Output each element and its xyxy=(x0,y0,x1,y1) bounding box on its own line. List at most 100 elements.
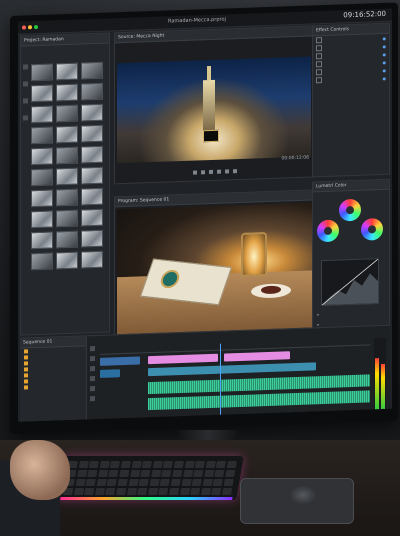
media-thumbnail[interactable] xyxy=(31,168,53,187)
media-thumbnail[interactable] xyxy=(81,124,103,143)
video-clip[interactable] xyxy=(100,356,140,366)
media-thumbnail[interactable] xyxy=(56,125,78,144)
media-thumbnail[interactable] xyxy=(31,126,53,145)
close-icon[interactable] xyxy=(22,25,26,30)
media-thumbnail[interactable] xyxy=(56,230,78,249)
project-panel: Project: Ramadan xyxy=(20,32,110,336)
media-thumbnail[interactable] xyxy=(31,189,53,208)
keyframe-toggle-icon[interactable] xyxy=(316,53,322,60)
hand-icon[interactable] xyxy=(90,396,95,402)
lantern-quran-frame xyxy=(117,202,313,336)
keyframe-toggle-icon[interactable] xyxy=(316,69,322,76)
media-thumbnail[interactable] xyxy=(81,82,103,101)
media-thumbnail[interactable] xyxy=(56,251,78,270)
insert-icon[interactable] xyxy=(233,169,237,174)
icon-view-icon[interactable] xyxy=(23,81,28,87)
media-thumbnail[interactable] xyxy=(81,61,103,80)
list-item[interactable] xyxy=(20,382,86,390)
curve-graph xyxy=(321,258,379,306)
lumetri-label: ▾ xyxy=(317,312,320,318)
media-thumbnail[interactable] xyxy=(31,231,53,250)
folder-icon xyxy=(24,385,28,390)
minimize-icon[interactable] xyxy=(28,25,32,30)
media-thumbnail[interactable] xyxy=(56,209,78,228)
color-wheel-shadows[interactable] xyxy=(317,219,339,243)
keycaps xyxy=(63,461,237,495)
curves-histogram[interactable] xyxy=(321,258,379,307)
audio-level-left xyxy=(375,358,379,411)
media-thumbnail[interactable] xyxy=(81,208,103,227)
media-thumbnail[interactable] xyxy=(56,83,78,102)
media-thumbnail[interactable] xyxy=(81,145,103,164)
video-clip[interactable] xyxy=(148,362,316,377)
ripple-icon[interactable] xyxy=(90,366,95,372)
audio-meter xyxy=(374,337,386,415)
color-wheel-highlights[interactable] xyxy=(361,217,383,241)
mark-out-icon[interactable] xyxy=(225,169,229,174)
video-clip[interactable] xyxy=(224,351,290,362)
color-wheel-midtones[interactable] xyxy=(339,198,361,222)
slip-icon[interactable] xyxy=(90,376,95,382)
keyframe-toggle-icon[interactable] xyxy=(316,77,322,84)
folder-icon xyxy=(24,349,28,354)
media-thumbnail[interactable] xyxy=(31,63,53,82)
window-title: Ramadan-Mecca.prproj xyxy=(168,16,226,25)
keyframe-toggle-icon[interactable] xyxy=(316,61,322,68)
pen-icon[interactable] xyxy=(90,386,95,392)
media-thumbnail[interactable] xyxy=(31,210,53,229)
playhead[interactable] xyxy=(220,343,221,422)
timecode-readout: 09:16:52:00 xyxy=(343,9,386,20)
media-thumbnail[interactable] xyxy=(31,252,53,271)
media-thumbnail[interactable] xyxy=(81,166,103,185)
clock-tower xyxy=(203,79,215,131)
media-thumbnail[interactable] xyxy=(31,105,53,124)
folder-icon xyxy=(24,373,28,378)
media-thumbnail[interactable] xyxy=(56,167,78,186)
video-clip[interactable] xyxy=(148,353,218,365)
keyframe-toggle-icon[interactable] xyxy=(316,37,322,44)
program-monitor: Program: Sequence 01 xyxy=(114,189,316,349)
media-thumbnail[interactable] xyxy=(31,84,53,103)
play-icon[interactable] xyxy=(209,169,213,175)
list-view-icon[interactable] xyxy=(23,64,28,70)
bin-icon[interactable] xyxy=(23,98,28,104)
editor-screen: Ramadan-Mecca.prproj 09:16:52:00 Project… xyxy=(18,8,392,422)
media-thumbnail-grid xyxy=(31,61,107,271)
folder-icon xyxy=(24,355,28,360)
media-thumbnail[interactable] xyxy=(56,146,78,165)
maximize-icon[interactable] xyxy=(34,25,38,30)
selection-icon[interactable] xyxy=(90,346,95,352)
folder-icon xyxy=(24,379,28,384)
step-back-icon[interactable] xyxy=(201,170,205,175)
source-transport-controls xyxy=(117,163,313,180)
video-clip[interactable] xyxy=(100,369,120,378)
search-icon[interactable] xyxy=(23,115,28,121)
media-thumbnail[interactable] xyxy=(81,250,103,269)
step-forward-icon[interactable] xyxy=(217,169,221,174)
effect-controls-panel: Effect Controls ● ● ● ● ● ● xyxy=(312,22,390,178)
timeline-bin-list: Sequence 01 xyxy=(20,336,87,422)
audio-clip[interactable] xyxy=(148,390,370,411)
effect-row[interactable]: ● xyxy=(313,74,389,85)
media-thumbnail[interactable] xyxy=(81,103,103,122)
person-hand xyxy=(10,440,70,500)
keyframe-toggle-icon[interactable] xyxy=(316,45,322,52)
mecca-night-frame xyxy=(117,56,311,164)
source-monitor: Source: Mecca Night 00:00:12:08 xyxy=(114,25,316,185)
media-thumbnail[interactable] xyxy=(31,147,53,166)
folder-icon xyxy=(24,367,28,372)
media-thumbnail[interactable] xyxy=(56,62,78,81)
project-toolbar xyxy=(23,64,29,132)
kaaba xyxy=(203,129,219,143)
mark-in-icon[interactable] xyxy=(193,170,197,175)
media-thumbnail[interactable] xyxy=(56,104,78,123)
project-panel-header[interactable]: Project: Ramadan xyxy=(21,33,109,47)
razor-icon[interactable] xyxy=(90,356,95,362)
timeline-tracks xyxy=(100,338,370,422)
jog-dial xyxy=(289,485,317,505)
media-thumbnail[interactable] xyxy=(81,187,103,206)
lumetri-header[interactable]: Lumetri Color xyxy=(313,179,389,193)
book-ornament xyxy=(158,269,182,290)
media-thumbnail[interactable] xyxy=(56,188,78,207)
media-thumbnail[interactable] xyxy=(81,229,103,248)
